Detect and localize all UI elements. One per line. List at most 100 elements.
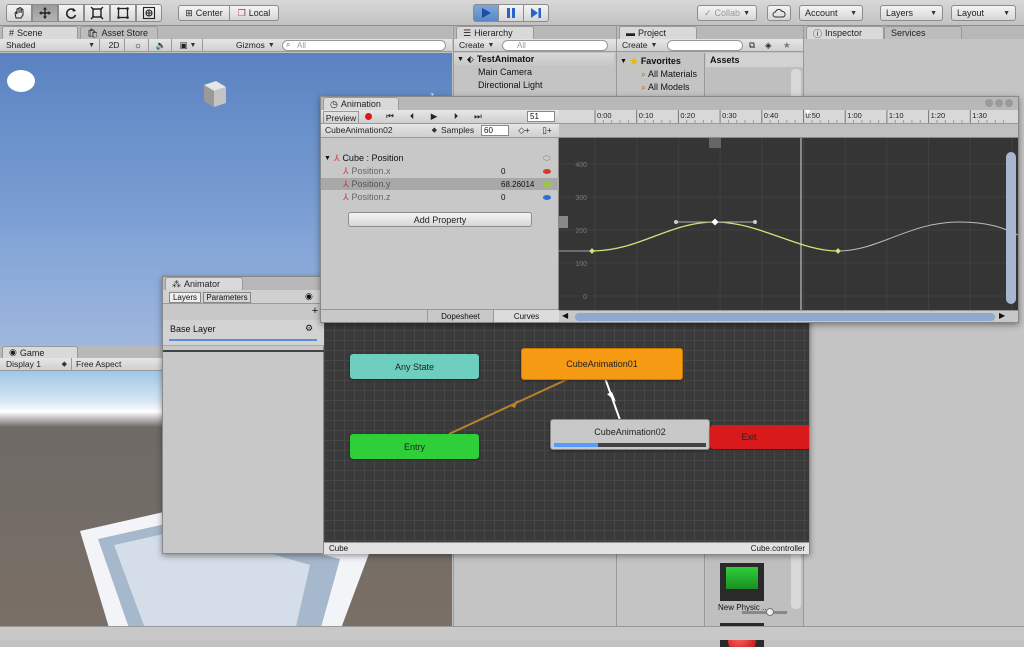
hierarchy-item-directional-light[interactable]: Directional Light — [478, 79, 543, 91]
collab-dropdown[interactable]: ✓ Collab ▼ — [697, 5, 757, 21]
key-indicator-icon[interactable] — [543, 168, 551, 174]
hierarchy-create-dropdown[interactable]: Create ▼ — [459, 39, 494, 51]
mode-2d-toggle[interactable]: 2D — [104, 39, 125, 51]
tab-animation[interactable]: ◷ Animation — [323, 97, 399, 110]
curve-horizontal-scrollbar[interactable]: ◀ ▶ — [559, 310, 1018, 322]
favorites-row[interactable]: ▼ ★ Favorites — [617, 55, 681, 68]
window-close-button[interactable] — [1005, 99, 1013, 107]
key-indicator-icon[interactable] — [543, 181, 551, 187]
add-event-button[interactable]: ▯+ — [539, 124, 555, 136]
tab-parameters[interactable]: Parameters — [203, 292, 251, 303]
audio-toggle[interactable]: 🔈 — [151, 39, 172, 51]
hierarchy-scene-row[interactable]: ▼ ⬖ TestAnimator — [454, 53, 614, 65]
state-cubeanimation02[interactable]: CubeAnimation02 — [550, 419, 710, 450]
layout-dropdown[interactable]: Layout ▼ — [951, 5, 1016, 21]
property-row-position-x[interactable]: ⅄ Position.x 0 — [321, 165, 559, 177]
aspect-dropdown[interactable]: Free Aspect — [76, 358, 121, 370]
slider-thumb[interactable] — [766, 608, 774, 616]
rotate-tool-button[interactable] — [58, 4, 84, 22]
effects-dropdown[interactable]: ▣ ▼ — [174, 39, 203, 51]
tab-animator[interactable]: ⁂ Animator — [165, 277, 243, 290]
next-key-button[interactable]: ⏵ — [447, 110, 465, 122]
tab-hierarchy[interactable]: ☰ Hierarchy — [456, 26, 534, 39]
key-indicator-icon[interactable] — [543, 194, 551, 200]
project-create-dropdown[interactable]: Create ▼ — [622, 39, 657, 51]
pause-button[interactable] — [498, 4, 524, 22]
timeline-ruler[interactable]: 0:00 0:10 0:20 0:30 0:40 0:50 1:00 1:10 1:20 1:30 — [559, 110, 1018, 124]
property-value[interactable]: 0 — [501, 193, 505, 202]
scroll-left-arrow-icon[interactable]: ◀ — [562, 311, 568, 320]
step-button[interactable] — [523, 4, 549, 22]
prev-key-button[interactable]: ⏴ — [403, 110, 421, 122]
space-local-button[interactable]: ❒ Local — [229, 5, 279, 21]
curve-vertical-scrollbar[interactable] — [1006, 152, 1016, 304]
layers-dropdown[interactable]: Layers ▼ — [880, 5, 943, 21]
tab-layers[interactable]: Layers — [169, 292, 201, 303]
move-tool-button[interactable] — [32, 4, 58, 22]
thumbnail-size-slider[interactable] — [742, 608, 787, 616]
clip-dropdown[interactable]: CubeAnimation02 ◆ — [325, 124, 437, 136]
frame-input[interactable]: 51 — [527, 111, 555, 122]
last-key-button[interactable]: ⏭ — [469, 110, 487, 122]
curve-range-handle[interactable] — [559, 216, 568, 228]
scrollbar-thumb[interactable] — [575, 313, 995, 321]
graph-breadcrumb[interactable]: Cube — [329, 544, 348, 553]
add-property-button[interactable]: Add Property — [348, 212, 532, 227]
display-dropdown[interactable]: Display 1 ◆ — [0, 358, 72, 370]
group-key-icon[interactable]: ⬭ — [543, 153, 551, 164]
project-search-input[interactable] — [667, 40, 743, 51]
scale-tool-button[interactable] — [84, 4, 110, 22]
scroll-right-arrow-icon[interactable]: ▶ — [999, 311, 1005, 320]
transform-tool-button[interactable] — [136, 4, 162, 22]
asset-physic-thumb[interactable] — [720, 563, 764, 601]
filter-label-icon[interactable]: ◈ — [765, 39, 772, 51]
layer-settings-gear-icon[interactable]: ⚙ — [305, 323, 313, 334]
state-cubeanimation01[interactable]: CubeAnimation01 — [521, 348, 683, 380]
base-layer-row[interactable]: Base Layer ⚙ — [163, 320, 324, 346]
favorites-item-all-models[interactable]: ⌕ All Models — [641, 81, 690, 93]
curve-editor[interactable]: 4003002001000-100 — [559, 138, 1018, 310]
tab-project[interactable]: ▬ Project — [619, 26, 697, 39]
favorite-star-icon[interactable]: ★ — [783, 39, 791, 51]
property-row-position-z[interactable]: ⅄ Position.z 0 — [321, 191, 559, 203]
rect-tool-button[interactable] — [110, 4, 136, 22]
play-button[interactable] — [473, 4, 499, 22]
tab-services[interactable]: Services — [884, 26, 962, 39]
gizmos-dropdown[interactable]: Gizmos ▼ — [236, 39, 278, 51]
tab-scene[interactable]: # Scene — [2, 26, 78, 39]
tab-curves[interactable]: Curves — [493, 310, 559, 322]
state-any-state[interactable]: Any State — [350, 354, 479, 379]
add-keyframe-button[interactable]: ◇+ — [515, 124, 533, 136]
filter-type-icon[interactable]: ⧉ — [749, 39, 755, 51]
tab-asset-store[interactable]: 🛍 Asset Store — [80, 26, 158, 39]
event-track[interactable] — [559, 124, 1018, 138]
state-entry[interactable]: Entry — [350, 434, 479, 459]
tab-game[interactable]: ◉ Game — [2, 346, 78, 358]
account-dropdown[interactable]: Account ▼ — [799, 5, 863, 21]
tab-inspector[interactable]: ⓘ Inspector — [806, 26, 884, 39]
first-key-button[interactable]: ⏮ — [381, 110, 399, 122]
preview-toggle[interactable]: Preview — [323, 111, 359, 124]
hand-tool-button[interactable] — [6, 4, 32, 22]
tab-dopesheet[interactable]: Dopesheet — [427, 310, 493, 322]
hierarchy-search-input[interactable]: All — [502, 40, 608, 51]
property-row-position-y[interactable]: ⅄ Position.y 68.26014 — [321, 178, 559, 190]
hierarchy-item-main-camera[interactable]: Main Camera — [478, 66, 532, 78]
cloud-button[interactable] — [767, 5, 791, 21]
property-group-row[interactable]: ▼ ⅄ Cube : Position ⬭ — [321, 152, 559, 164]
samples-input[interactable]: 60 — [481, 125, 509, 136]
favorites-item-all-materials[interactable]: ⌕ All Materials — [641, 68, 697, 80]
property-value[interactable]: 0 — [501, 167, 505, 176]
state-exit[interactable]: Exit — [710, 425, 809, 449]
window-minimize-button[interactable] — [985, 99, 993, 107]
eye-icon[interactable]: ◉ — [305, 291, 313, 302]
record-button[interactable] — [361, 110, 375, 122]
animator-graph[interactable]: Any State Entry CubeAnimation01 CubeAnim… — [324, 290, 809, 542]
pivot-center-button[interactable]: ⊞ Center — [178, 5, 230, 21]
window-maximize-button[interactable] — [995, 99, 1003, 107]
play-animation-button[interactable]: ▶ — [425, 110, 443, 122]
property-value[interactable]: 68.26014 — [501, 180, 534, 189]
lighting-toggle[interactable]: ☼ — [128, 39, 149, 51]
tangent-handle-right[interactable] — [753, 220, 757, 224]
shading-mode-dropdown[interactable]: Shaded ▼ — [0, 39, 100, 51]
